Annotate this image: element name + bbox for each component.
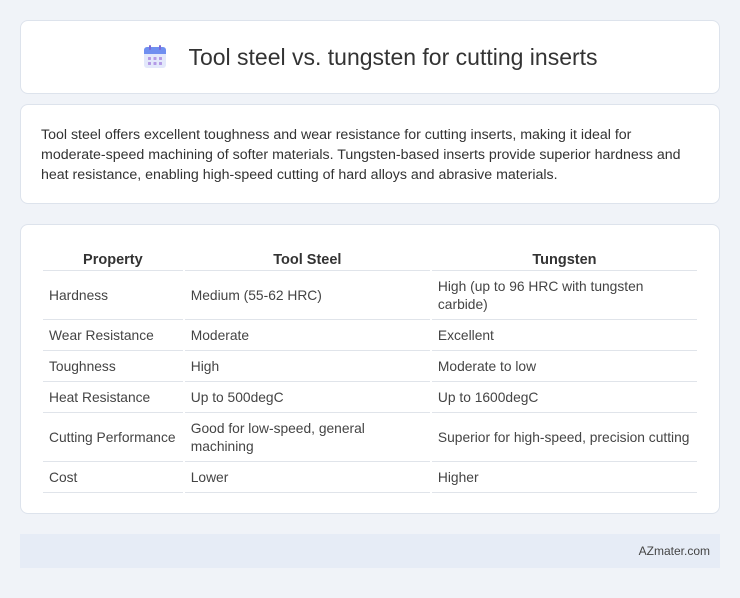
table-row: Cost Lower Higher — [43, 464, 697, 493]
cell-property: Cost — [43, 464, 183, 493]
table-header-row: Property Tool Steel Tungsten — [43, 247, 697, 271]
cell-tungsten: Excellent — [431, 322, 697, 351]
comparison-table-card: Property Tool Steel Tungsten Hardness Me… — [20, 224, 720, 514]
footer-brand: AZmater.com — [638, 544, 710, 558]
calendar-icon — [144, 45, 167, 68]
header-tungsten: Tungsten — [431, 247, 697, 271]
intro-text: Tool steel offers excellent toughness an… — [41, 127, 681, 183]
cell-tool-steel: Up to 500degC — [184, 384, 430, 413]
cell-property: Wear Resistance — [43, 322, 183, 351]
footer: AZmater.com — [20, 534, 720, 568]
table-row: Wear Resistance Moderate Excellent — [43, 322, 697, 351]
table-row: Hardness Medium (55-62 HRC) High (up to … — [43, 273, 697, 320]
cell-tool-steel: High — [184, 353, 430, 382]
table-row: Heat Resistance Up to 500degC Up to 1600… — [43, 384, 697, 413]
table-row: Cutting Performance Good for low-speed, … — [43, 415, 697, 462]
intro-card: Tool steel offers excellent toughness an… — [20, 104, 720, 204]
cell-property: Toughness — [43, 353, 183, 382]
table-row: Toughness High Moderate to low — [43, 353, 697, 382]
cell-tool-steel: Lower — [184, 464, 430, 493]
cell-tungsten: High (up to 96 HRC with tungsten carbide… — [431, 273, 697, 320]
cell-tungsten: Higher — [431, 464, 697, 493]
header-property: Property — [43, 247, 183, 271]
cell-tool-steel: Medium (55-62 HRC) — [184, 273, 430, 320]
header-tool-steel: Tool Steel — [184, 247, 430, 271]
cell-tungsten: Up to 1600degC — [431, 384, 697, 413]
cell-tool-steel: Good for low-speed, general machining — [184, 415, 430, 462]
cell-tool-steel: Moderate — [184, 322, 430, 351]
comparison-table: Property Tool Steel Tungsten Hardness Me… — [41, 245, 699, 495]
cell-tungsten: Moderate to low — [431, 353, 697, 382]
page-title: Tool steel vs. tungsten for cutting inse… — [188, 43, 598, 70]
cell-tungsten: Superior for high-speed, precision cutti… — [431, 415, 697, 462]
cell-property: Heat Resistance — [43, 384, 183, 413]
cell-property: Cutting Performance — [43, 415, 183, 462]
title-card: Tool steel vs. tungsten for cutting inse… — [20, 20, 720, 94]
cell-property: Hardness — [43, 273, 183, 320]
